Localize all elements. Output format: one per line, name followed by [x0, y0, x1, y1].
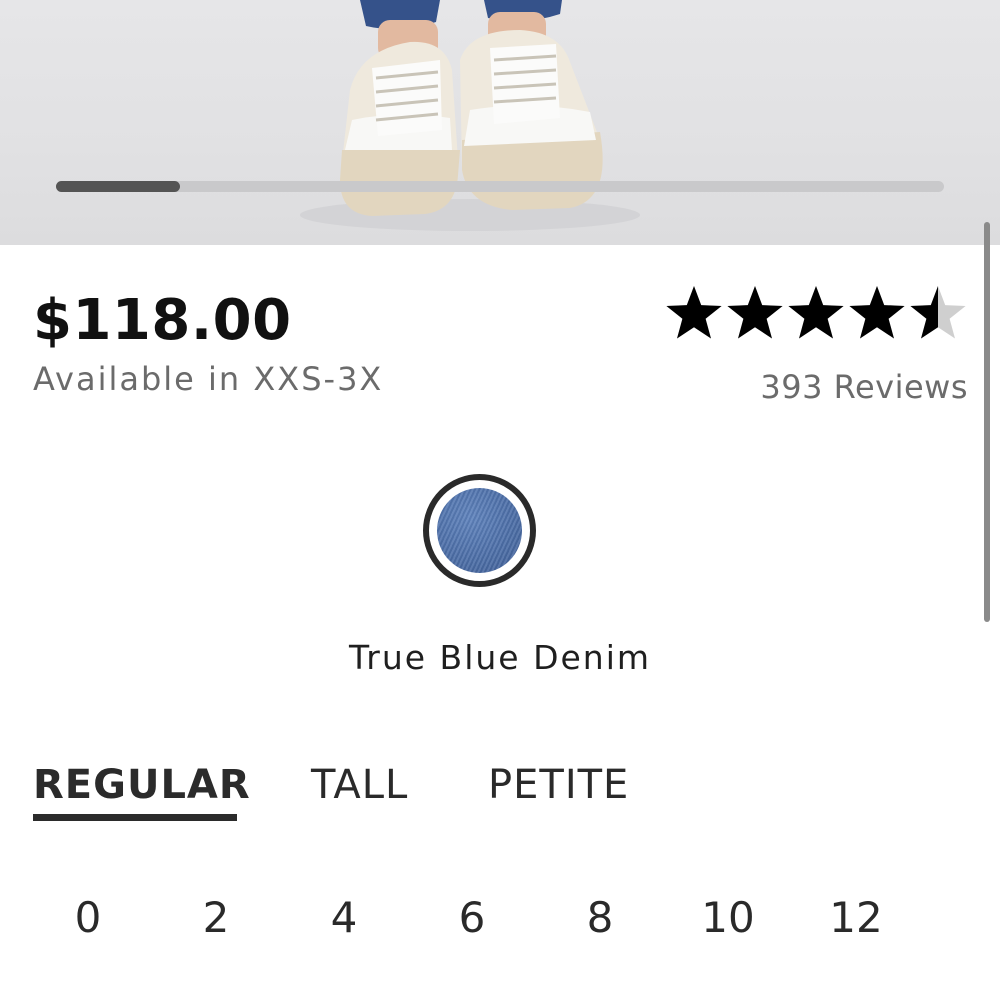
product-photo: [300, 0, 640, 231]
product-image-carousel[interactable]: [0, 0, 1000, 245]
size-option-12[interactable]: 12: [816, 893, 896, 942]
tab-tall[interactable]: TALL: [311, 762, 408, 808]
size-option-0[interactable]: 0: [48, 893, 128, 942]
star-icon-5: [910, 286, 966, 339]
size-option-2[interactable]: 2: [176, 893, 256, 942]
active-tab-underline: [33, 814, 237, 821]
size-availability: Available in XXS-3X: [33, 360, 384, 398]
size-option-10[interactable]: 10: [688, 893, 768, 942]
size-option-8[interactable]: 8: [560, 893, 640, 942]
star-icon-4: [849, 286, 905, 339]
carousel-progress-track[interactable]: [56, 181, 944, 192]
page-scrollbar[interactable]: [984, 222, 990, 622]
tab-petite[interactable]: PETITE: [488, 762, 629, 808]
size-option-4[interactable]: 4: [304, 893, 384, 942]
denim-swatch-icon: [437, 488, 522, 573]
star-rating[interactable]: [664, 282, 969, 348]
reviews-link[interactable]: 393 Reviews: [760, 368, 968, 406]
tab-regular[interactable]: REGULAR: [33, 762, 251, 808]
color-swatch-selected[interactable]: [423, 474, 536, 587]
size-option-6[interactable]: 6: [432, 893, 512, 942]
product-price: $118.00: [33, 288, 292, 353]
star-icon-1: [666, 286, 722, 339]
color-name-label: True Blue Denim: [348, 638, 652, 677]
star-icon-2: [727, 286, 783, 339]
carousel-progress-fill: [56, 181, 181, 192]
product-page: $118.00 Available in XXS-3X 393 Reviews …: [0, 0, 1000, 1000]
star-icon-3: [788, 286, 844, 339]
